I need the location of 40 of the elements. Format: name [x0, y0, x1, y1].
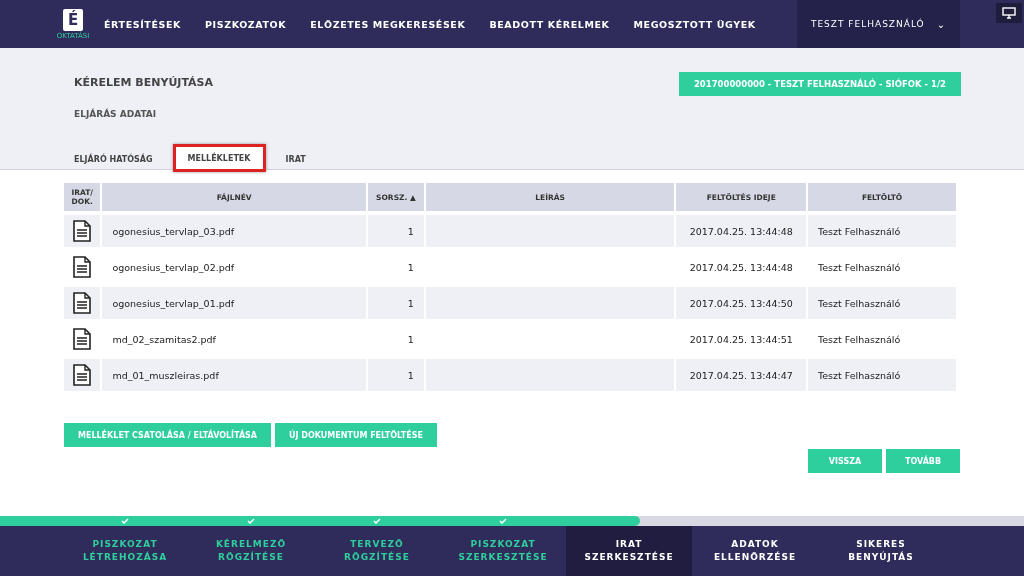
page-subtitle: ELJÁRÁS ADATAI — [74, 109, 158, 119]
page-title: KÉRELEM BENYÚJTÁSA — [74, 76, 213, 89]
table-cell: 2017.04.25. 13:44:48 — [676, 215, 807, 247]
nav-link[interactable]: MEGOSZTOTT ÜGYEK — [633, 18, 756, 30]
table-cell: 1 — [368, 359, 424, 391]
table-cell: Teszt Felhasználó — [808, 359, 956, 391]
table-cell: Teszt Felhasználó — [808, 215, 956, 247]
nav-link[interactable]: PISZKOZATOK — [205, 18, 287, 30]
wizard-step[interactable]: KÉRELMEZŐ RÖGZÍTÉSE — [188, 526, 314, 576]
table-cell: Teszt Felhasználó — [808, 287, 956, 319]
tab[interactable]: MELLÉKLETEK — [172, 144, 266, 172]
logo-letter: É — [63, 8, 83, 31]
nav-link[interactable]: ELŐZETES MEGKERESÉSEK — [310, 18, 466, 30]
user-menu[interactable]: TESZT FELHASZNÁLÓ ⌄ — [797, 0, 960, 48]
tab[interactable]: IRAT — [277, 147, 314, 169]
table-cell: 2017.04.25. 13:44:47 — [676, 359, 807, 391]
wizard-step[interactable]: ADATOK ELLENŐRZÉSE — [692, 526, 818, 576]
file-name[interactable]: ogonesius_tervlap_01.pdf — [102, 287, 367, 319]
document-icon[interactable] — [73, 220, 92, 242]
monitor-icon[interactable] — [996, 3, 1022, 23]
wizard-step[interactable]: PISZKOZAT LÉTREHOZÁSA — [62, 526, 188, 576]
file-name[interactable]: ogonesius_tervlap_03.pdf — [102, 215, 367, 247]
tab[interactable]: ELJÁRÓ HATÓSÁG — [66, 147, 161, 169]
wizard-step[interactable]: SIKERES BENYÚJTÁS — [818, 526, 944, 576]
wizard-step[interactable]: IRAT SZERKESZTÉSE — [566, 526, 692, 576]
table-cell: 1 — [368, 215, 424, 247]
wizard-step[interactable]: TERVEZŐ RÖGZÍTÉSE — [314, 526, 440, 576]
document-icon[interactable] — [73, 292, 92, 314]
document-icon[interactable] — [73, 328, 92, 350]
nav-link[interactable]: ÉRTESÍTÉSEK — [104, 18, 181, 30]
caret-icon: ⌄ — [936, 18, 947, 30]
wizard-step[interactable]: PISZKOZAT SZERKESZTÉSE — [440, 526, 566, 576]
file-name[interactable]: md_01_muszleiras.pdf — [102, 359, 367, 391]
document-icon[interactable] — [73, 256, 92, 278]
nav-link[interactable]: BEADOTT KÉRELMEK — [489, 18, 610, 30]
case-badge: 201700000000 - TESZT FELHASZNÁLÓ - SIÓFOK - 1/2 — [678, 72, 961, 96]
user-name: TESZT FELHASZNÁLÓ — [810, 19, 925, 29]
table-cell: 2017.04.25. 13:44:50 — [676, 287, 807, 319]
document-icon[interactable] — [73, 364, 92, 386]
table-cell: 1 — [368, 287, 424, 319]
